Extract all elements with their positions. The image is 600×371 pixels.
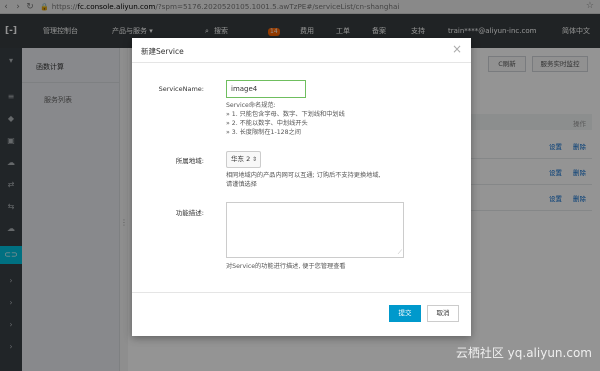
resize-grip-icon[interactable]: ⟋ xyxy=(398,249,402,257)
new-service-dialog: 新建Service × ServiceName: image4 Service命… xyxy=(132,38,471,336)
name-rule-line: » 2. 不能以数字、中划线开头 xyxy=(226,120,308,127)
name-rule-line: » 1. 只能包含字母、数字、下划线和中划线 xyxy=(226,111,345,118)
region-label: 所属地域: xyxy=(175,157,204,165)
service-name-input[interactable]: image4 xyxy=(226,80,306,98)
submit-button[interactable]: 提交 xyxy=(389,305,421,322)
close-icon[interactable]: × xyxy=(452,42,462,56)
name-rule-line: » 3. 长度限制在1-128之间 xyxy=(226,129,301,136)
description-textarea[interactable]: ⟋ xyxy=(226,202,404,258)
region-hint-line: 相同地域内的产品内网可以互通; 订购后不支持更换地域, xyxy=(226,172,381,179)
region-hint-line: 请谨慎选择 xyxy=(226,181,257,188)
watermark: 云栖社区 yq.aliyun.com xyxy=(455,346,592,360)
name-rule-line: Service命名规范: xyxy=(226,102,276,109)
region-selected-value: 华东 2 xyxy=(231,155,251,163)
cancel-button[interactable]: 取消 xyxy=(427,305,459,322)
region-select[interactable]: 华东 2 ⇕ xyxy=(226,151,261,168)
dialog-title: 新建Service xyxy=(141,47,184,56)
service-name-label: ServiceName: xyxy=(158,85,204,93)
dialog-footer-divider xyxy=(132,292,471,293)
chevron-updown-icon: ⇕ xyxy=(251,156,257,163)
description-hint: 对Service的功能进行描述, 便于您管理查看 xyxy=(226,263,346,270)
dialog-header: 新建Service × xyxy=(132,38,471,63)
description-label: 功能描述: xyxy=(175,209,204,217)
